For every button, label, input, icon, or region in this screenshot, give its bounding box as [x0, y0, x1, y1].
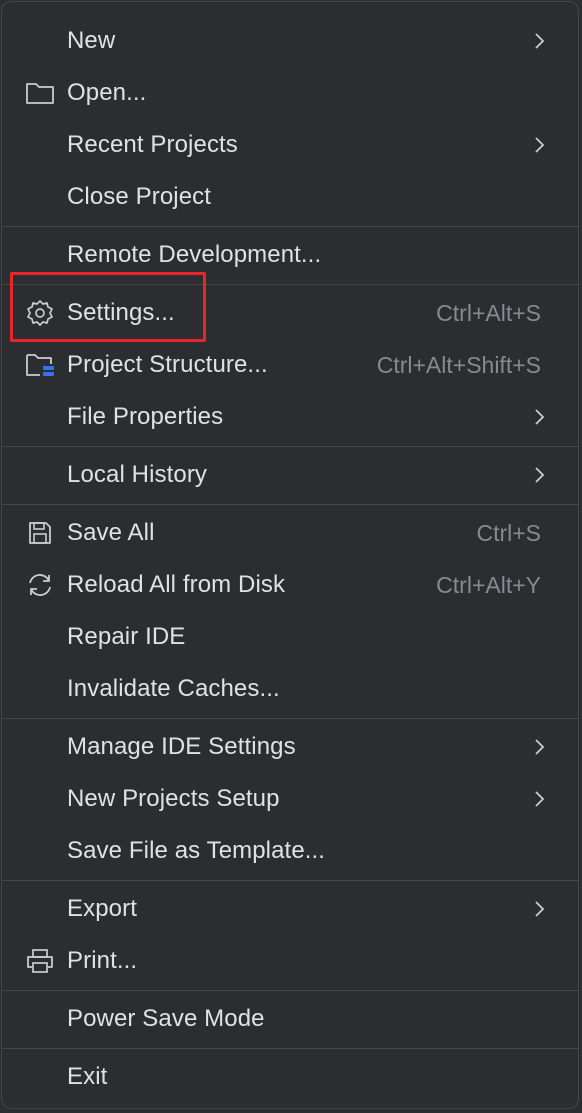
menu-item-file-properties[interactable]: File Properties: [2, 391, 578, 443]
menu-item-label: Save File as Template...: [67, 837, 326, 864]
menu-item-label: New Projects Setup: [67, 785, 280, 812]
menu-item-label: File Properties: [67, 403, 224, 430]
menu-item-label: Repair IDE: [67, 623, 186, 650]
menu-separator: [2, 226, 578, 227]
chevron-right-icon: [532, 407, 546, 427]
menu-item-label: Save All: [67, 519, 155, 546]
menu-item-manage-ide-settings[interactable]: Manage IDE Settings: [2, 721, 578, 773]
menu-item-label: Reload All from Disk: [67, 571, 286, 598]
file-menu: New Open... Recent Projects Close Projec…: [1, 1, 579, 1109]
menu-item-shortcut: Ctrl+Alt+S: [436, 299, 541, 326]
menu-item-label: Power Save Mode: [67, 1005, 265, 1032]
menu-item-export[interactable]: Export: [2, 883, 578, 935]
menu-item-new-projects-setup[interactable]: New Projects Setup: [2, 773, 578, 825]
gear-icon: [24, 297, 56, 329]
chevron-right-icon: [532, 737, 546, 757]
chevron-right-icon: [532, 899, 546, 919]
menu-item-label: Settings...: [67, 299, 175, 326]
reload-icon: [24, 569, 56, 601]
menu-separator: [2, 990, 578, 991]
save-icon: [24, 517, 56, 549]
menu-separator: [2, 880, 578, 881]
menu-item-exit[interactable]: Exit: [2, 1051, 578, 1103]
menu-item-label: Print...: [67, 947, 138, 974]
menu-item-label: Project Structure...: [67, 351, 268, 378]
menu-item-label: Recent Projects: [67, 131, 238, 158]
printer-icon: [24, 945, 56, 977]
menu-item-power-save-mode[interactable]: Power Save Mode: [2, 993, 578, 1045]
menu-item-project-structure[interactable]: Project Structure... Ctrl+Alt+Shift+S: [2, 339, 578, 391]
menu-item-recent-projects[interactable]: Recent Projects: [2, 119, 578, 171]
menu-item-label: Local History: [67, 461, 208, 488]
menu-item-invalidate-caches[interactable]: Invalidate Caches...: [2, 663, 578, 715]
project-structure-icon: [24, 349, 56, 381]
menu-separator: [2, 446, 578, 447]
menu-item-shortcut: Ctrl+S: [476, 519, 541, 546]
menu-item-label: Invalidate Caches...: [67, 675, 280, 702]
menu-item-repair-ide[interactable]: Repair IDE: [2, 611, 578, 663]
menu-separator: [2, 504, 578, 505]
chevron-right-icon: [532, 789, 546, 809]
menu-item-label: New: [67, 27, 116, 54]
chevron-right-icon: [532, 31, 546, 51]
menu-item-label: Manage IDE Settings: [67, 733, 296, 760]
menu-separator: [2, 718, 578, 719]
menu-item-label: Open...: [67, 79, 147, 106]
menu-item-shortcut: Ctrl+Alt+Shift+S: [376, 351, 541, 378]
menu-item-label: Remote Development...: [67, 241, 322, 268]
chevron-right-icon: [532, 135, 546, 155]
menu-item-label: Close Project: [67, 183, 212, 210]
menu-item-local-history[interactable]: Local History: [2, 449, 578, 501]
menu-item-save-file-as-template[interactable]: Save File as Template...: [2, 825, 578, 877]
menu-item-close-project[interactable]: Close Project: [2, 171, 578, 223]
menu-separator: [2, 1048, 578, 1049]
menu-separator: [2, 284, 578, 285]
menu-item-remote-development[interactable]: Remote Development...: [2, 229, 578, 281]
folder-icon: [24, 77, 56, 109]
menu-item-label: Exit: [67, 1063, 108, 1090]
menu-item-settings[interactable]: Settings... Ctrl+Alt+S: [2, 287, 578, 339]
menu-item-reload-all[interactable]: Reload All from Disk Ctrl+Alt+Y: [2, 559, 578, 611]
menu-item-shortcut: Ctrl+Alt+Y: [436, 571, 541, 598]
menu-item-new[interactable]: New: [2, 15, 578, 67]
menu-item-label: Export: [67, 895, 137, 922]
chevron-right-icon: [532, 465, 546, 485]
menu-item-open[interactable]: Open...: [2, 67, 578, 119]
menu-item-print[interactable]: Print...: [2, 935, 578, 987]
menu-item-save-all[interactable]: Save All Ctrl+S: [2, 507, 578, 559]
